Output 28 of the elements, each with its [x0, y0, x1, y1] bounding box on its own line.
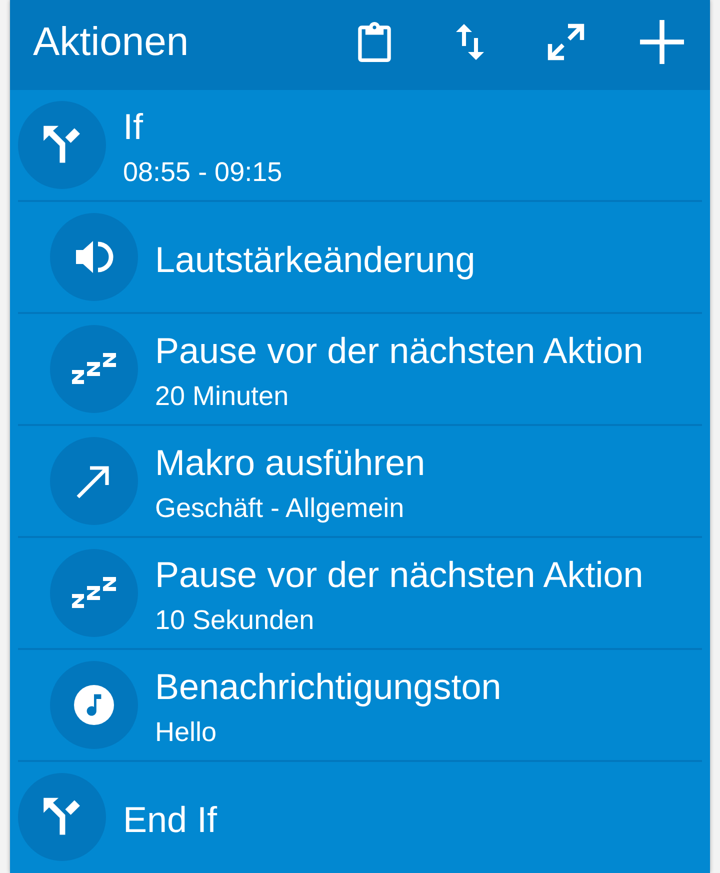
- action-title: Lautstärkeänderung: [155, 240, 476, 280]
- action-detail: 08:55 - 09:15: [123, 156, 282, 188]
- action-detail: Geschäft - Allgemein: [155, 492, 404, 524]
- action-title: Pause vor der nächsten Aktion: [155, 555, 644, 595]
- action-list-item[interactable]: Pause vor der nächsten Aktion 10 Sekunden: [18, 538, 702, 650]
- expand-icon: [547, 23, 585, 61]
- sleep-icon: [50, 549, 138, 637]
- action-title: If: [123, 107, 144, 147]
- clipboard-icon: [358, 22, 390, 62]
- plus-icon: [640, 20, 684, 64]
- action-list-item[interactable]: End If: [18, 762, 702, 873]
- action-list-item[interactable]: Lautstärkeänderung: [18, 202, 702, 314]
- action-title: Benachrichtigungston: [155, 667, 502, 707]
- action-list-item[interactable]: Benachrichtigungston Hello: [18, 650, 702, 762]
- action-title: Makro ausführen: [155, 443, 426, 483]
- action-title: Pause vor der nächsten Aktion: [155, 331, 644, 371]
- up-down-arrows-icon: [456, 24, 484, 60]
- speaker-icon: [50, 213, 138, 301]
- action-list-item[interactable]: If 08:55 - 09:15: [18, 90, 702, 202]
- action-detail: 10 Sekunden: [155, 604, 314, 636]
- action-title: End If: [123, 800, 218, 840]
- action-detail: 20 Minuten: [155, 380, 289, 412]
- screen-title: Aktionen: [33, 20, 190, 64]
- sleep-icon: [50, 325, 138, 413]
- action-list-item[interactable]: Pause vor der nächsten Aktion 20 Minuten: [18, 314, 702, 426]
- music-note-icon: [50, 661, 138, 749]
- action-detail: Hello: [155, 716, 217, 748]
- action-list-item[interactable]: Makro ausführen Geschäft - Allgemein: [18, 426, 702, 538]
